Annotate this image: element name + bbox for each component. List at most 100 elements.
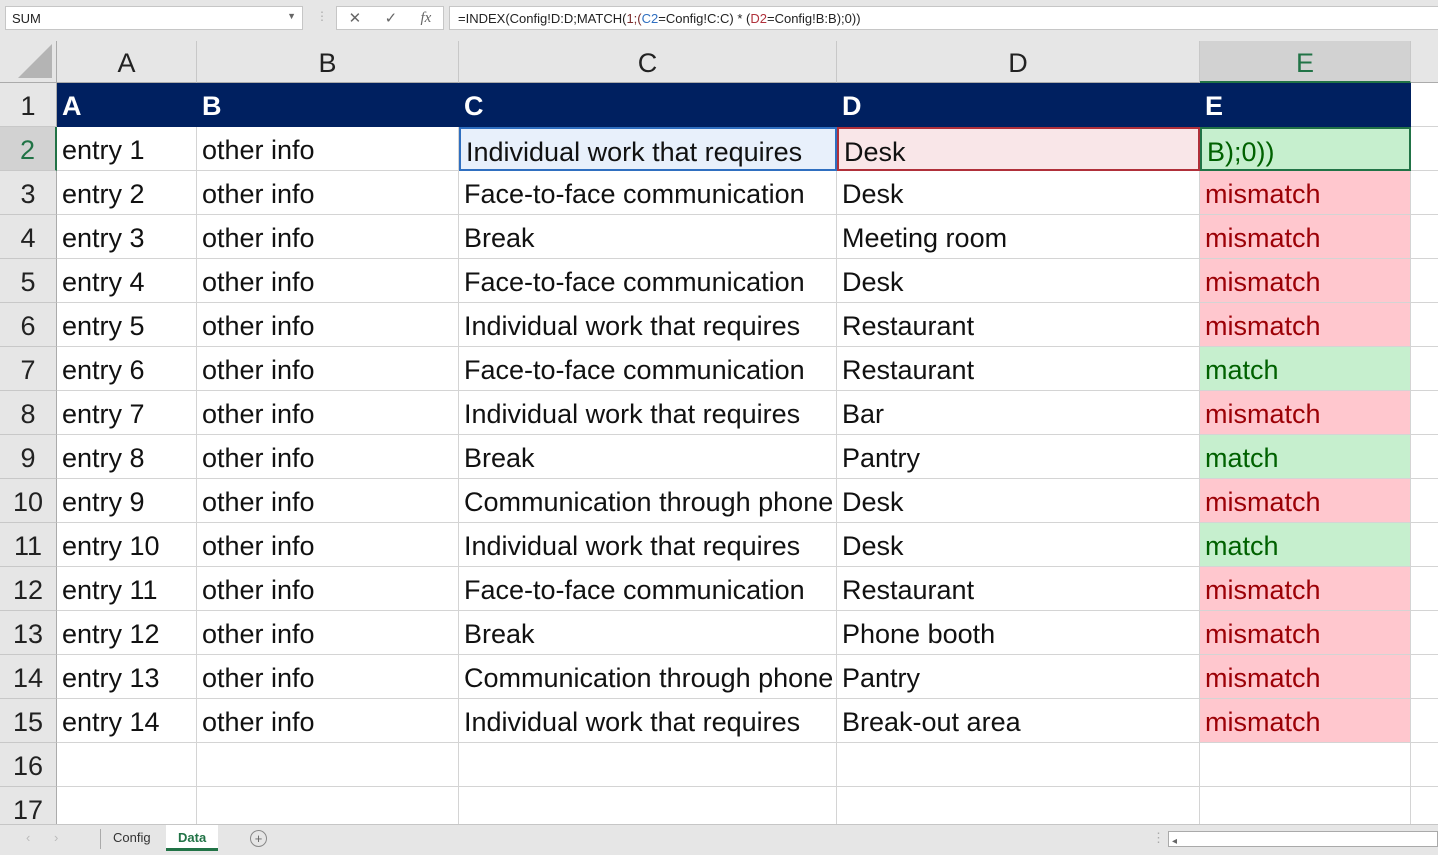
cell-d7[interactable]: Restaurant <box>837 347 1200 391</box>
cell-b17[interactable] <box>197 787 459 824</box>
scroll-right-icon[interactable]: › <box>54 830 58 845</box>
cell-a3[interactable]: entry 2 <box>57 171 197 215</box>
formula-input[interactable]: =INDEX(Config!D:D;MATCH(1;(C2=Config!C:C… <box>449 6 1438 30</box>
spreadsheet-grid[interactable]: A B C D E 1 A B C D E 2 entry 1 other info Individual … <box>0 41 1438 824</box>
row-header-13[interactable]: 13 <box>0 611 57 655</box>
cell-b7[interactable]: other info <box>197 347 459 391</box>
row-header-17[interactable]: 17 <box>0 787 57 824</box>
cell[interactable] <box>1411 171 1438 215</box>
cell-a10[interactable]: entry 9 <box>57 479 197 523</box>
cell[interactable] <box>1411 479 1438 523</box>
row-header-7[interactable]: 7 <box>0 347 57 391</box>
cell-d15[interactable]: Break-out area <box>837 699 1200 743</box>
row-header-4[interactable]: 4 <box>0 215 57 259</box>
scroll-left-arrow-icon[interactable]: ◂ <box>1169 836 1177 847</box>
add-sheet-icon[interactable]: + <box>250 830 267 847</box>
cell[interactable] <box>1411 347 1438 391</box>
cell-e16[interactable] <box>1200 743 1411 787</box>
splitter-handle-icon[interactable]: ⋮ <box>1152 830 1165 846</box>
cell-d13[interactable]: Phone booth <box>837 611 1200 655</box>
cell-c1[interactable]: C <box>459 83 837 127</box>
cell-a15[interactable]: entry 14 <box>57 699 197 743</box>
row-header-14[interactable]: 14 <box>0 655 57 699</box>
cell[interactable] <box>1411 435 1438 479</box>
row-header-2[interactable]: 2 <box>0 127 57 171</box>
cell-a12[interactable]: entry 11 <box>57 567 197 611</box>
cell-c6[interactable]: Individual work that requires <box>459 303 837 347</box>
chevron-down-icon[interactable]: ▼ <box>287 11 296 21</box>
cell-c9[interactable]: Break <box>459 435 837 479</box>
cell-e5[interactable]: mismatch <box>1200 259 1411 303</box>
cell[interactable] <box>1411 699 1438 743</box>
cell-c12[interactable]: Face-to-face communication <box>459 567 837 611</box>
cell-b1[interactable]: B <box>197 83 459 127</box>
cell[interactable] <box>1411 611 1438 655</box>
cell-c7[interactable]: Face-to-face communication <box>459 347 837 391</box>
cell-e1[interactable]: E <box>1200 83 1411 127</box>
name-box[interactable]: SUM ▼ <box>5 6 303 30</box>
cell-a5[interactable]: entry 4 <box>57 259 197 303</box>
cell-e14[interactable]: mismatch <box>1200 655 1411 699</box>
cell-b12[interactable]: other info <box>197 567 459 611</box>
row-header-6[interactable]: 6 <box>0 303 57 347</box>
cell-b14[interactable]: other info <box>197 655 459 699</box>
cell-d6[interactable]: Restaurant <box>837 303 1200 347</box>
cell-e7[interactable]: match <box>1200 347 1411 391</box>
cell-c13[interactable]: Break <box>459 611 837 655</box>
cell-c17[interactable] <box>459 787 837 824</box>
cell-d10[interactable]: Desk <box>837 479 1200 523</box>
column-header-a[interactable]: A <box>57 41 197 83</box>
cell-b8[interactable]: other info <box>197 391 459 435</box>
cell-b13[interactable]: other info <box>197 611 459 655</box>
cell-e9[interactable]: match <box>1200 435 1411 479</box>
sheet-tab-config[interactable]: Config <box>101 825 163 851</box>
cell[interactable] <box>1411 787 1438 824</box>
sheet-tab-data[interactable]: Data <box>166 825 219 851</box>
cell-c2[interactable]: Individual work that requires <box>459 127 837 171</box>
row-header-5[interactable]: 5 <box>0 259 57 303</box>
cell-e12[interactable]: mismatch <box>1200 567 1411 611</box>
cell-e10[interactable]: mismatch <box>1200 479 1411 523</box>
cell-a16[interactable] <box>57 743 197 787</box>
select-all-button[interactable] <box>0 41 57 83</box>
cell-b5[interactable]: other info <box>197 259 459 303</box>
cell-d16[interactable] <box>837 743 1200 787</box>
column-header-e[interactable]: E <box>1200 41 1411 83</box>
row-header-16[interactable]: 16 <box>0 743 57 787</box>
column-header-f[interactable] <box>1411 41 1438 83</box>
cell-d11[interactable]: Desk <box>837 523 1200 567</box>
cell-b6[interactable]: other info <box>197 303 459 347</box>
insert-function-icon[interactable]: fx <box>420 10 431 27</box>
cell-b11[interactable]: other info <box>197 523 459 567</box>
cell-d8[interactable]: Bar <box>837 391 1200 435</box>
cell[interactable] <box>1411 743 1438 787</box>
cell-e8[interactable]: mismatch <box>1200 391 1411 435</box>
cell-b16[interactable] <box>197 743 459 787</box>
horizontal-scrollbar[interactable]: ◂ <box>1168 831 1438 847</box>
cell-e15[interactable]: mismatch <box>1200 699 1411 743</box>
cell-a4[interactable]: entry 3 <box>57 215 197 259</box>
cell-e2[interactable]: B);0)) <box>1200 127 1411 171</box>
cell-d14[interactable]: Pantry <box>837 655 1200 699</box>
cell-b9[interactable]: other info <box>197 435 459 479</box>
cell-b4[interactable]: other info <box>197 215 459 259</box>
cell-c3[interactable]: Face-to-face communication <box>459 171 837 215</box>
row-header-1[interactable]: 1 <box>0 83 57 127</box>
row-header-15[interactable]: 15 <box>0 699 57 743</box>
cell[interactable] <box>1411 655 1438 699</box>
cell-e11[interactable]: match <box>1200 523 1411 567</box>
row-header-10[interactable]: 10 <box>0 479 57 523</box>
cell-d1[interactable]: D <box>837 83 1200 127</box>
cell-e17[interactable] <box>1200 787 1411 824</box>
row-header-9[interactable]: 9 <box>0 435 57 479</box>
column-header-d[interactable]: D <box>837 41 1200 83</box>
cell[interactable] <box>1411 127 1438 171</box>
cell-d2[interactable]: Desk <box>837 127 1200 171</box>
cell-d5[interactable]: Desk <box>837 259 1200 303</box>
row-header-11[interactable]: 11 <box>0 523 57 567</box>
cell-b2[interactable]: other info <box>197 127 459 171</box>
cell-a7[interactable]: entry 6 <box>57 347 197 391</box>
cell-a8[interactable]: entry 7 <box>57 391 197 435</box>
cell[interactable] <box>1411 259 1438 303</box>
cell-c15[interactable]: Individual work that requires <box>459 699 837 743</box>
